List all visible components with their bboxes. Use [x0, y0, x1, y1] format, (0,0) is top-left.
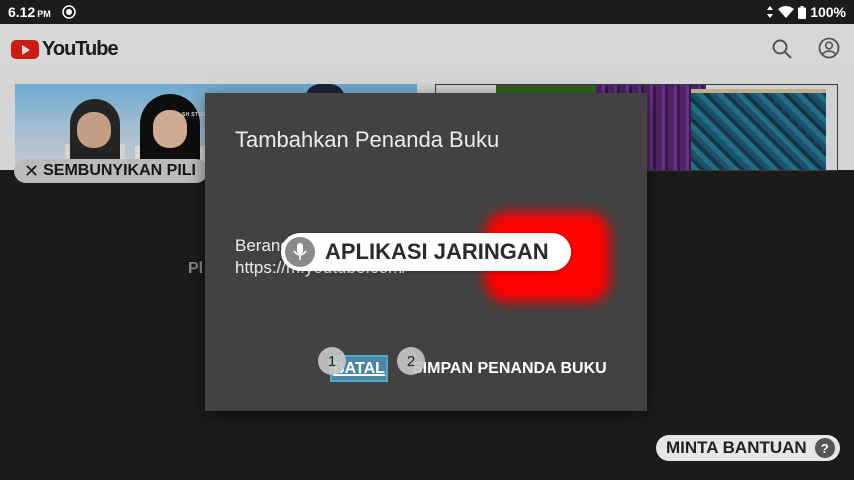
wifi-icon: [778, 6, 795, 18]
voice-number-badge: 1: [318, 347, 346, 375]
help-button[interactable]: MINTA BANTUAN ?: [656, 435, 840, 461]
battery-icon: [798, 5, 807, 19]
help-label: MINTA BANTUAN: [666, 438, 807, 457]
data-arrows-icon: [767, 6, 774, 18]
status-bar: 6.12 PM 100%: [0, 0, 854, 24]
voice-command-text: APLIKASI JARINGAN: [325, 239, 549, 264]
help-icon: ?: [814, 438, 835, 458]
battery-percent: 100%: [810, 4, 846, 20]
save-bookmark-button[interactable]: SIMPAN PENANDA BUKU: [412, 360, 607, 378]
microphone-icon: [285, 237, 315, 267]
status-right: 100%: [766, 4, 846, 20]
assistant-status-icon: [62, 5, 76, 19]
dialog-title: Tambahkan Penanda Buku: [235, 127, 500, 152]
voice-number-badge: 2: [397, 347, 425, 375]
voice-command-pill: APLIKASI JARINGAN: [281, 233, 571, 271]
status-time: 6.12 PM: [8, 4, 51, 20]
